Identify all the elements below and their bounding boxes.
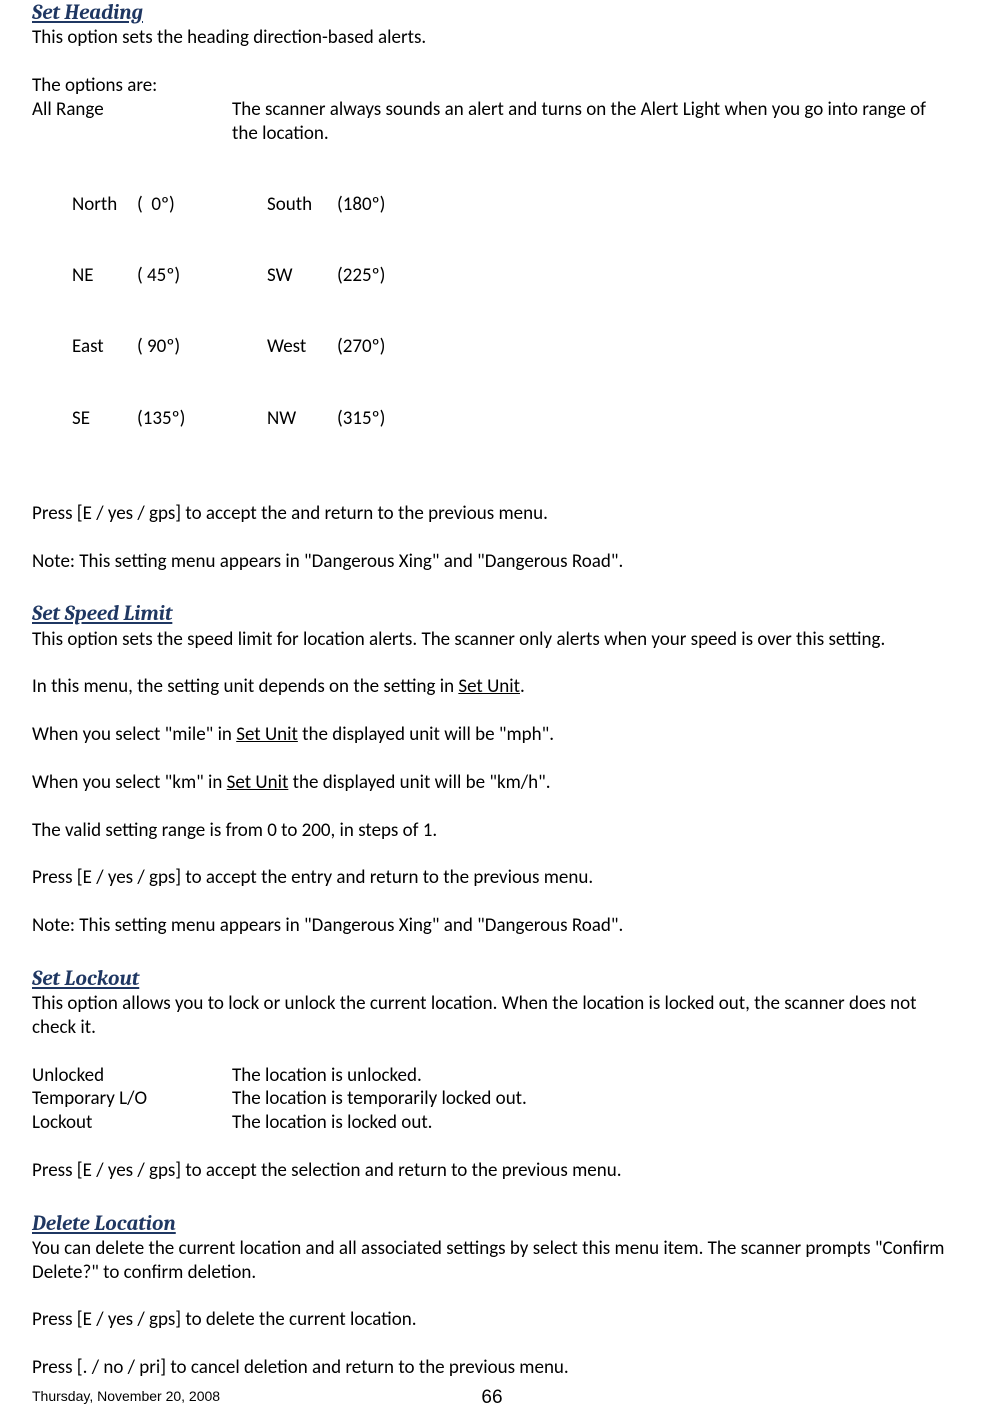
dir-cell: (270º) — [337, 335, 385, 359]
page-footer: Thursday, November 20, 2008 66 — [32, 1384, 952, 1408]
heading-delete-location: Delete Location — [32, 1211, 952, 1237]
text-speed-intro: This option sets the speed limit for loc… — [32, 628, 952, 652]
text-speed-press: Press [E / yes / gps] to accept the entr… — [32, 866, 952, 890]
footer-page-number: 66 — [481, 1386, 502, 1410]
text-part: the displayed unit will be "mph". — [298, 723, 554, 746]
link-set-unit: Set Unit — [236, 723, 298, 746]
lockout-label: Lockout — [32, 1111, 232, 1135]
dir-cell: NW — [267, 407, 337, 431]
link-set-unit: Set Unit — [227, 771, 289, 794]
dir-cell: SW — [267, 264, 337, 288]
dir-cell: North — [72, 193, 137, 217]
dir-cell: West — [267, 335, 337, 359]
text-lockout-press: Press [E / yes / gps] to accept the sele… — [32, 1159, 952, 1183]
dir-cell: South — [267, 193, 337, 217]
dir-cell: (315º) — [337, 407, 385, 431]
lockout-label: Unlocked — [32, 1064, 232, 1088]
text-speed-km: When you select "km" in Set Unit the dis… — [32, 771, 952, 795]
lockout-desc: The location is locked out. — [232, 1111, 432, 1135]
text-speed-mile: When you select "mile" in Set Unit the d… — [32, 723, 952, 747]
dir-cell: SE — [72, 407, 137, 431]
text-speed-note: Note: This setting menu appears in "Dang… — [32, 914, 952, 938]
heading-set-lockout: Set Lockout — [32, 966, 952, 992]
text-all-range-desc: The scanner always sounds an alert and t… — [232, 98, 952, 146]
text-delete-no: Press [. / no / pri] to cancel deletion … — [32, 1356, 952, 1380]
text-part: . — [520, 675, 525, 698]
text-set-heading-note: Note: This setting menu appears in "Dang… — [32, 550, 952, 574]
text-part: When you select "mile" in — [32, 723, 236, 746]
dir-cell: (225º) — [337, 264, 385, 288]
footer-date: Thursday, November 20, 2008 — [32, 1388, 220, 1404]
dir-cell: NE — [72, 264, 137, 288]
dir-cell: (135º) — [137, 407, 267, 431]
text-part: the displayed unit will be "km/h". — [288, 771, 550, 794]
text-speed-depends: In this menu, the setting unit depends o… — [32, 675, 952, 699]
direction-table: North NE East SE ( 0º) ( 45º) ( 90º) (13… — [32, 145, 952, 478]
link-set-unit: Set Unit — [458, 675, 520, 698]
text-set-heading-press: Press [E / yes / gps] to accept the and … — [32, 502, 952, 526]
lockout-desc: The location is temporarily locked out. — [232, 1087, 527, 1111]
lockout-row-temp: Temporary L/O The location is temporaril… — [32, 1087, 952, 1111]
lockout-label: Temporary L/O — [32, 1087, 232, 1111]
dir-cell: (180º) — [337, 193, 385, 217]
heading-set-heading: Set Heading — [32, 0, 952, 26]
lockout-desc: The location is unlocked. — [232, 1064, 422, 1088]
text-delete-intro: You can delete the current location and … — [32, 1237, 952, 1285]
heading-set-speed-limit: Set Speed Limit — [32, 601, 952, 627]
text-lockout-intro: This option allows you to lock or unlock… — [32, 992, 952, 1040]
text-speed-range: The valid setting range is from 0 to 200… — [32, 819, 952, 843]
lockout-row-lock: Lockout The location is locked out. — [32, 1111, 952, 1135]
dir-cell: ( 90º) — [137, 335, 267, 359]
label-all-range: All Range — [32, 98, 232, 146]
dir-cell: East — [72, 335, 137, 359]
dir-cell: ( 0º) — [137, 193, 267, 217]
dir-cell: ( 45º) — [137, 264, 267, 288]
text-delete-yes: Press [E / yes / gps] to delete the curr… — [32, 1308, 952, 1332]
text-part: In this menu, the setting unit depends o… — [32, 675, 458, 698]
lockout-row-unlocked: Unlocked The location is unlocked. — [32, 1064, 952, 1088]
text-part: When you select "km" in — [32, 771, 227, 794]
text-options-are: The options are: — [32, 74, 952, 98]
text-set-heading-intro: This option sets the heading direction-b… — [32, 26, 952, 50]
